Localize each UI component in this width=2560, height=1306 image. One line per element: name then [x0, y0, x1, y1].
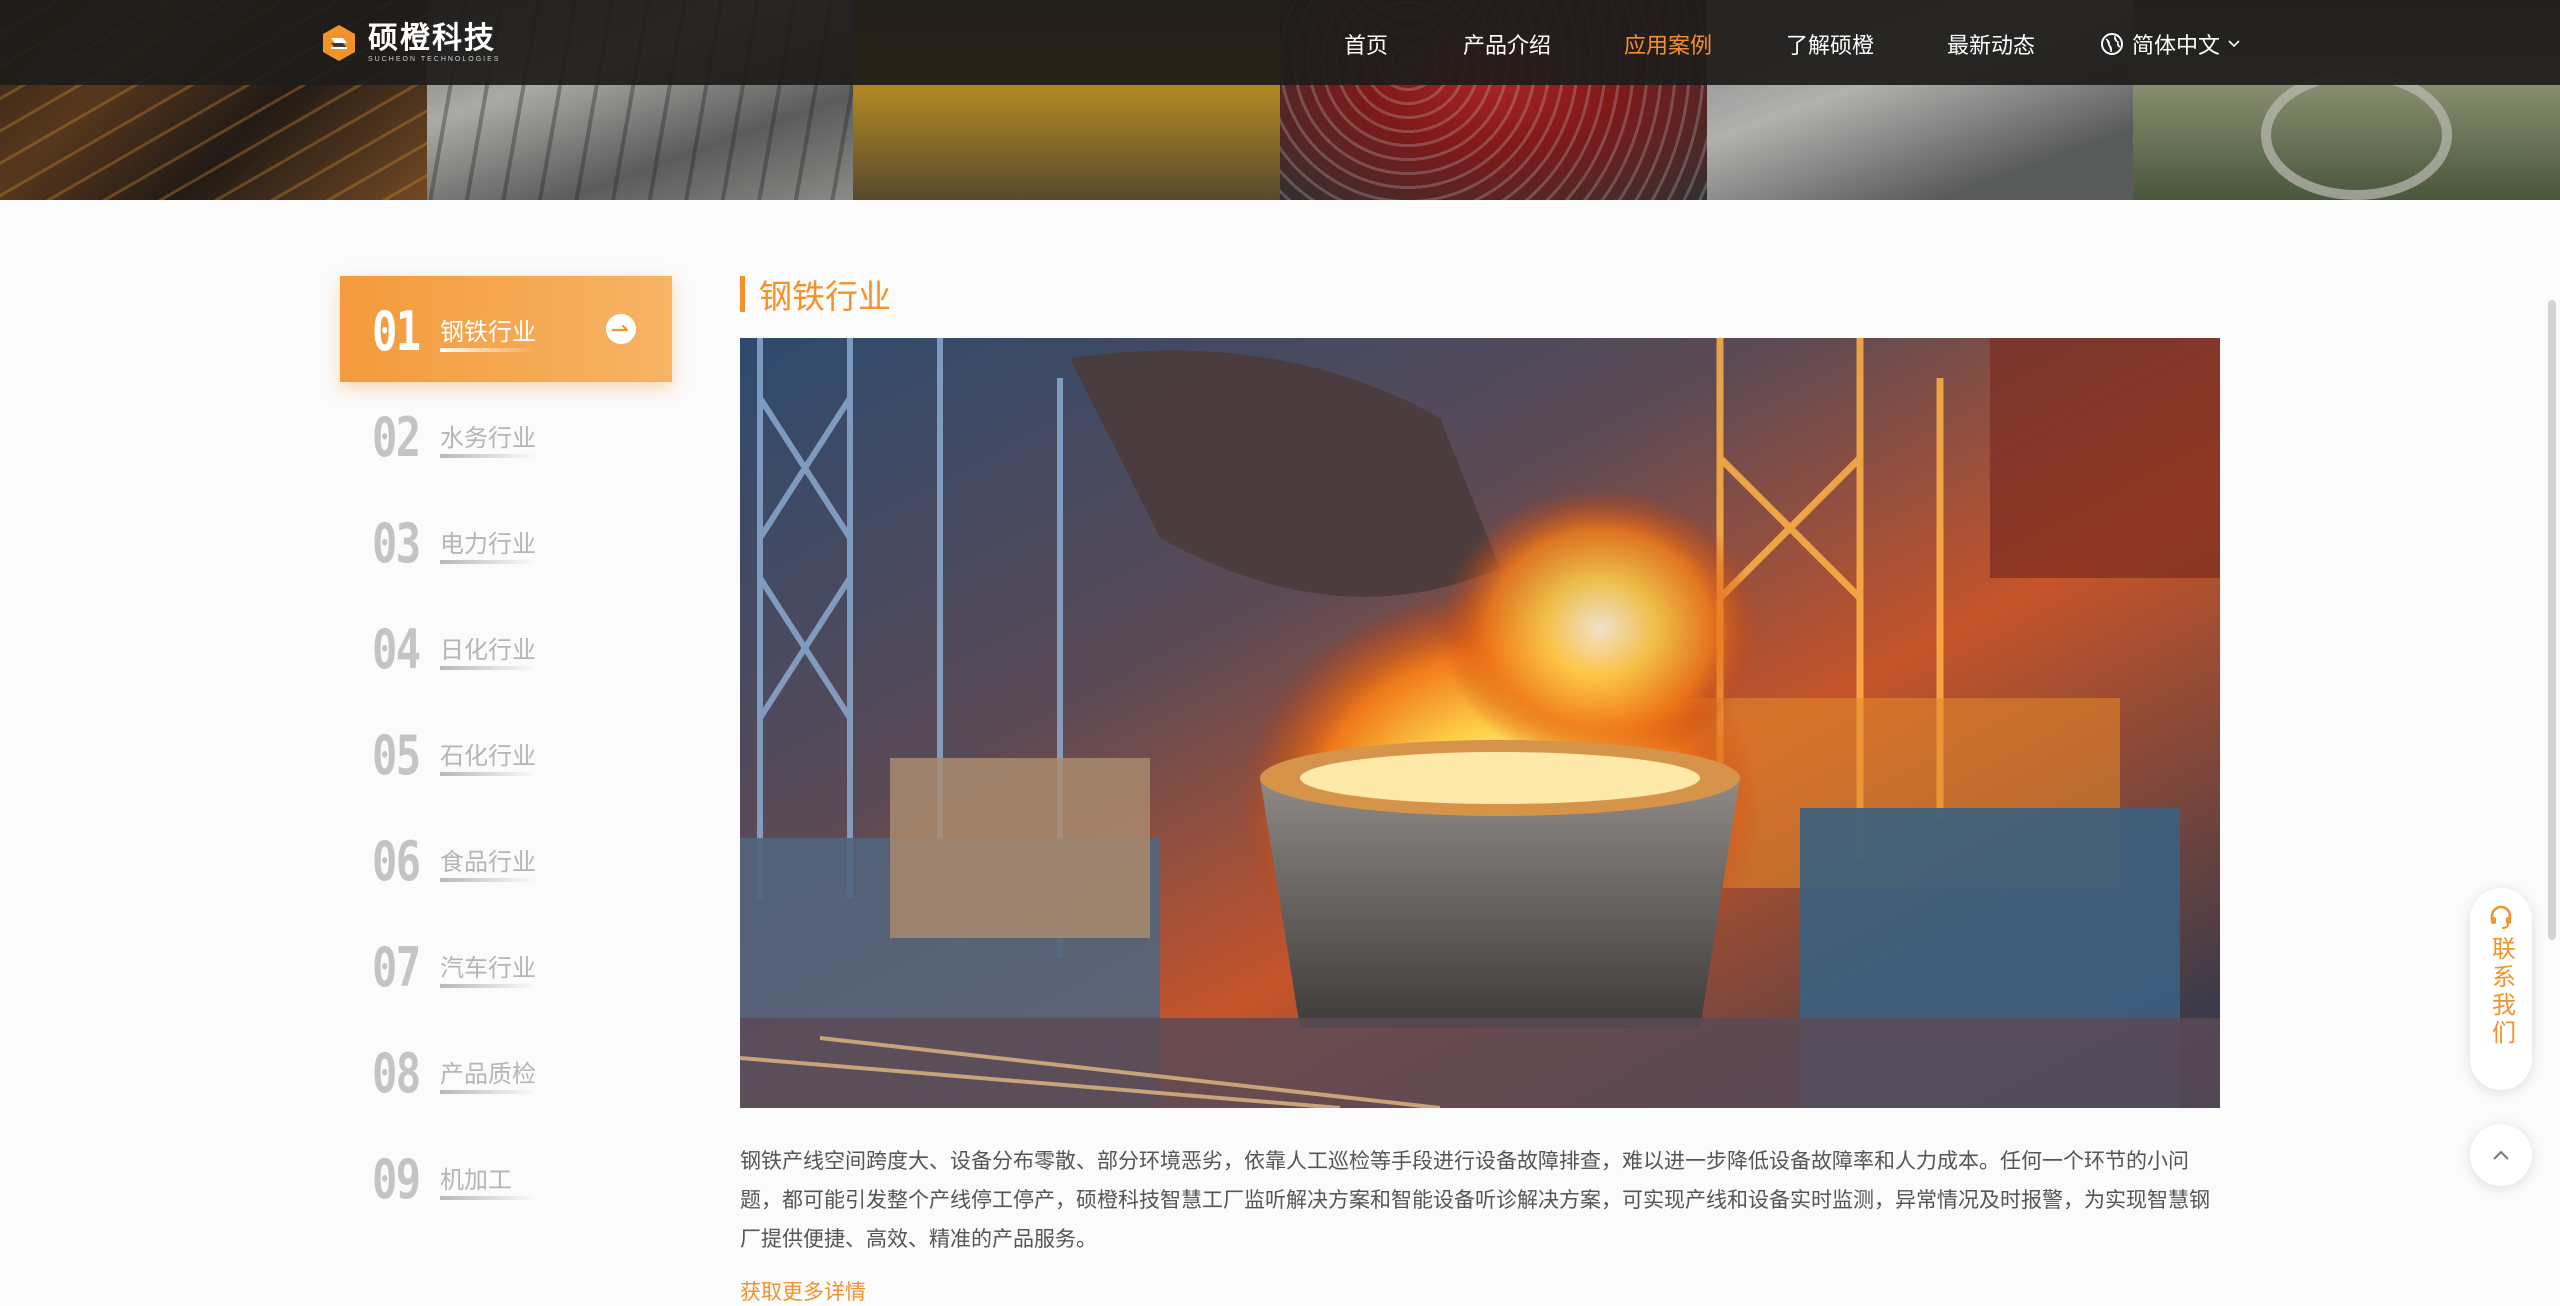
item-underline — [440, 984, 536, 988]
chevron-up-icon — [2493, 1150, 2509, 1160]
item-underline — [440, 1090, 536, 1094]
item-label: 机加工 — [440, 1167, 512, 1194]
item-number: 07 — [372, 936, 421, 999]
item-label: 钢铁行业 — [440, 319, 536, 346]
item-underline — [440, 348, 536, 352]
item-number: 08 — [372, 1042, 421, 1105]
item-number: 03 — [372, 512, 421, 575]
sidebar-item-steel[interactable]: 01 钢铁行业 — [340, 276, 672, 382]
brand-tagline: SUCHEON TECHNOLOGIES — [368, 55, 501, 63]
sidebar-item-food[interactable]: 06 食品行业 — [340, 806, 672, 912]
item-number: 04 — [372, 618, 421, 681]
nav-products[interactable]: 产品介绍 — [1463, 28, 1551, 60]
nav-home[interactable]: 首页 — [1344, 28, 1388, 60]
sidebar-item-automotive[interactable]: 07 汽车行业 — [340, 912, 672, 1018]
item-number: 01 — [372, 300, 421, 363]
item-number: 09 — [372, 1148, 421, 1211]
nav-cases[interactable]: 应用案例 — [1624, 28, 1712, 60]
chevron-down-icon — [2228, 40, 2240, 48]
section-title: 钢铁行业 — [740, 276, 891, 315]
arrow-right-icon — [606, 314, 636, 344]
sidebar-item-petrochemical[interactable]: 05 石化行业 — [340, 700, 672, 806]
item-label: 汽车行业 — [440, 955, 536, 982]
contact-us-button[interactable]: 联系我们 — [2470, 888, 2532, 1090]
globe-icon — [2101, 33, 2123, 55]
contact-us-label: 联系我们 — [2487, 936, 2515, 1048]
item-number: 02 — [372, 406, 421, 469]
page-scrollbar[interactable] — [2548, 300, 2556, 940]
brand-logo[interactable]: 硕橙科技 SUCHEON TECHNOLOGIES — [318, 22, 500, 64]
top-navigation: 硕橙科技 SUCHEON TECHNOLOGIES 首页 产品介绍 应用案例 了… — [0, 0, 2560, 85]
steel-plant-image — [740, 338, 2220, 1108]
sidebar-item-daily-chemical[interactable]: 04 日化行业 — [340, 594, 672, 700]
item-underline — [440, 772, 536, 776]
item-number: 06 — [372, 830, 421, 893]
logo-icon — [318, 22, 360, 64]
more-details-link[interactable]: 获取更多详情 — [740, 1276, 866, 1306]
item-label: 电力行业 — [440, 531, 536, 558]
industry-description: 钢铁产线空间跨度大、设备分布零散、部分环境恶劣，依靠人工巡检等手段进行设备故障排… — [740, 1150, 2210, 1251]
brand-name: 硕橙科技 — [368, 21, 496, 55]
sidebar-item-power[interactable]: 03 电力行业 — [340, 488, 672, 594]
item-underline — [440, 666, 536, 670]
nav-about[interactable]: 了解硕橙 — [1786, 28, 1874, 60]
headset-icon — [2490, 905, 2512, 929]
nav-news[interactable]: 最新动态 — [1947, 28, 2035, 60]
sidebar-item-water[interactable]: 02 水务行业 — [340, 382, 672, 488]
language-selector[interactable]: 简体中文 — [2100, 28, 2248, 60]
item-label: 产品质检 — [440, 1061, 536, 1088]
item-label: 日化行业 — [440, 637, 536, 664]
industry-sidebar: 01 钢铁行业 02 水务行业 03 电力行业 04 日化行业 05 石化行业 … — [340, 276, 672, 1230]
sidebar-item-machining[interactable]: 09 机加工 — [340, 1124, 672, 1230]
item-label: 水务行业 — [440, 425, 536, 452]
section-title-text: 钢铁行业 — [759, 278, 891, 315]
item-underline — [440, 1196, 536, 1200]
back-to-top-button[interactable] — [2470, 1124, 2532, 1186]
language-label: 简体中文 — [2132, 33, 2221, 58]
item-label: 石化行业 — [440, 743, 536, 770]
item-underline — [440, 878, 536, 882]
item-number: 05 — [372, 724, 421, 787]
sidebar-item-quality-inspection[interactable]: 08 产品质检 — [340, 1018, 672, 1124]
item-underline — [440, 454, 536, 458]
title-accent-bar — [740, 276, 745, 312]
item-label: 食品行业 — [440, 849, 536, 876]
item-underline — [440, 560, 536, 564]
